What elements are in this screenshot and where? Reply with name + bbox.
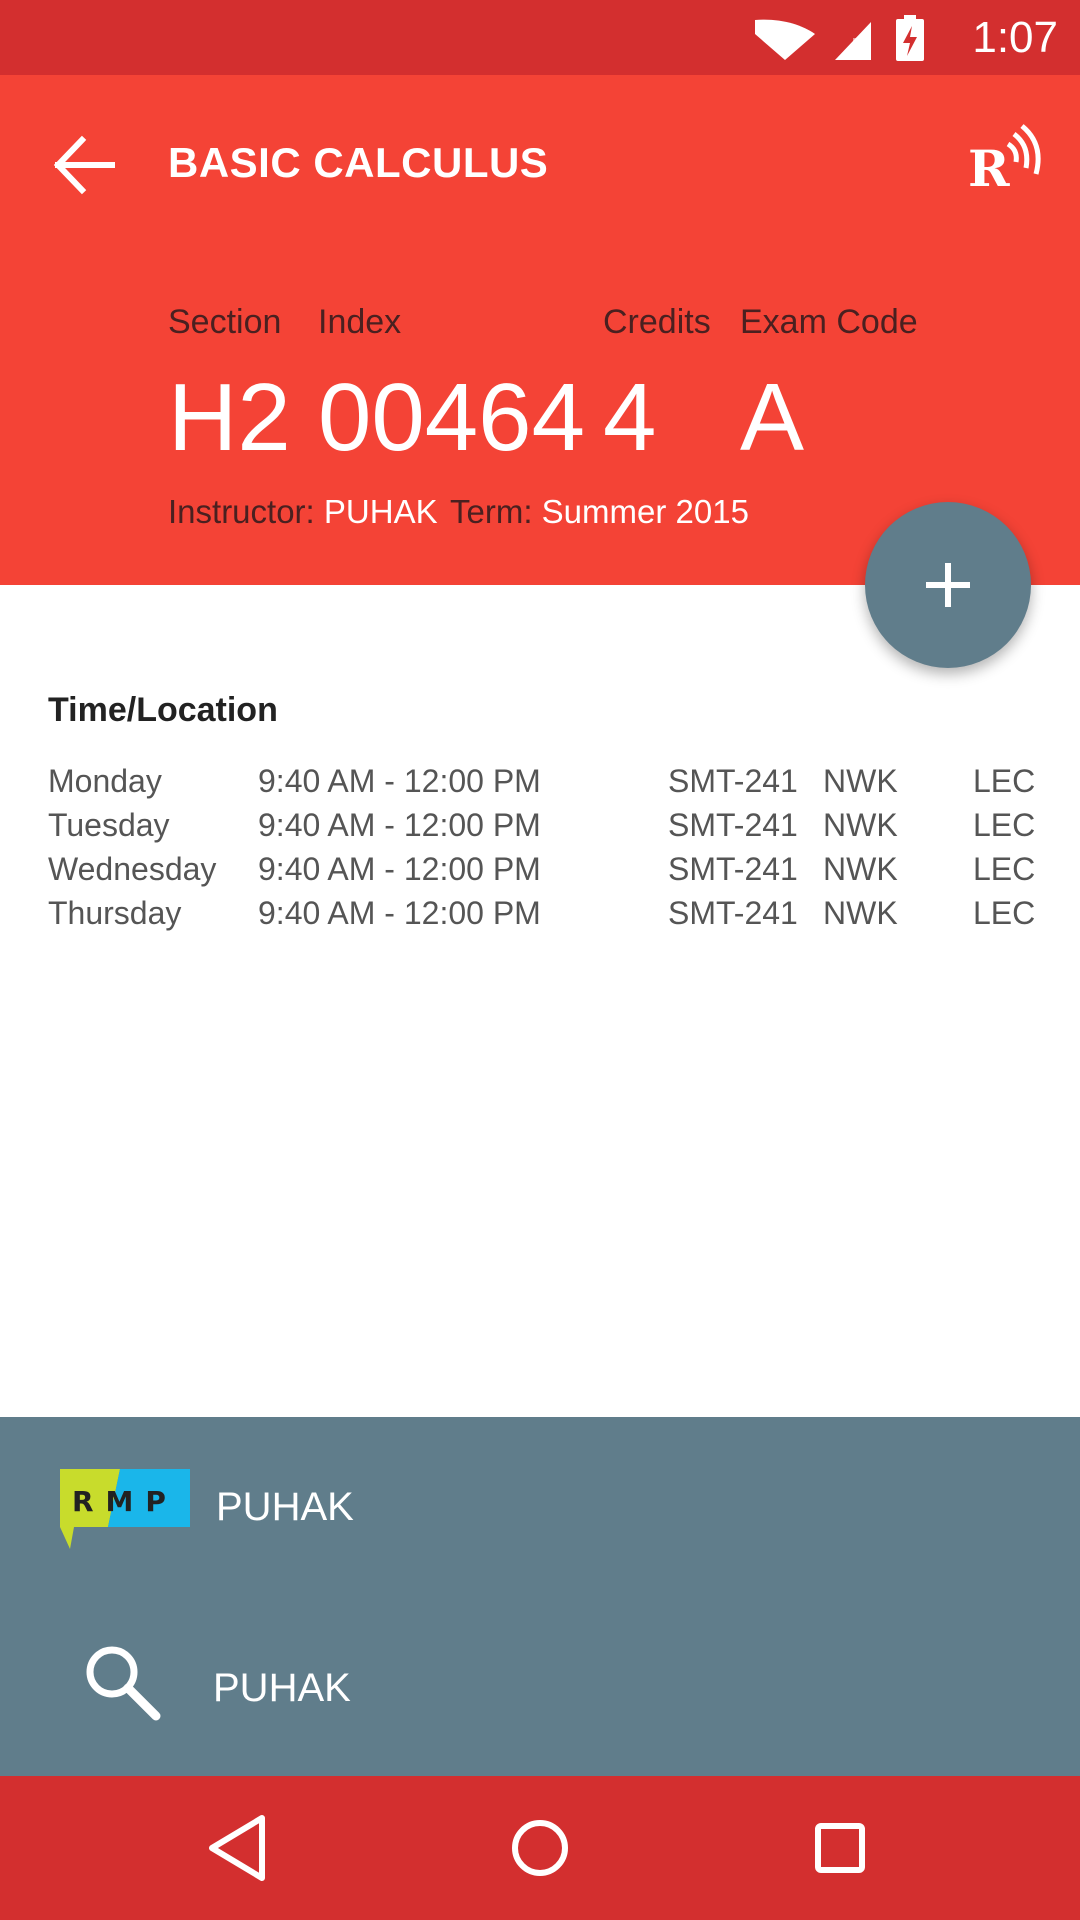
search-instructor-item[interactable]: PUHAK xyxy=(0,1597,1080,1776)
schedule-row: Wednesday 9:40 AM - 12:00 PM SMT-241 NWK… xyxy=(0,847,1080,891)
rmp-instructor-label: PUHAK xyxy=(216,1485,354,1529)
page-title: BASIC CALCULUS xyxy=(168,139,549,186)
schedule-room: SMT-241 xyxy=(668,851,798,887)
status-time: 1:07 xyxy=(972,13,1058,62)
rmp-item[interactable]: RMP PUHAK xyxy=(0,1417,1080,1597)
schedule-time: 9:40 AM - 12:00 PM xyxy=(258,851,541,887)
index-label: Index xyxy=(318,303,402,341)
schedule-room: SMT-241 xyxy=(668,763,798,799)
rmp-logo-text: RMP xyxy=(72,1485,178,1518)
term-value: Summer 2015 xyxy=(541,493,749,530)
search-instructor-label: PUHAK xyxy=(213,1666,351,1710)
section-value: H2 xyxy=(168,364,291,471)
instructor-label: Instructor: xyxy=(168,493,315,530)
section-label: Section xyxy=(168,303,282,341)
credits-label: Credits xyxy=(603,303,711,341)
schedule-room: SMT-241 xyxy=(668,807,798,843)
wifi-icon xyxy=(755,19,815,60)
schedule-row: Monday 9:40 AM - 12:00 PM SMT-241 NWK LE… xyxy=(0,759,1080,803)
schedule-room: SMT-241 xyxy=(668,895,798,931)
schedule-day: Monday xyxy=(48,763,162,799)
schedule-time: 9:40 AM - 12:00 PM xyxy=(258,895,541,931)
schedule-type: LEC xyxy=(973,895,1036,931)
arrow-left-icon[interactable] xyxy=(50,130,120,200)
schedule-row: Tuesday 9:40 AM - 12:00 PM SMT-241 NWK L… xyxy=(0,803,1080,847)
schedule-campus: NWK xyxy=(823,895,898,931)
schedule-row: Thursday 9:40 AM - 12:00 PM SMT-241 NWK … xyxy=(0,891,1080,935)
exam-code-label: Exam Code xyxy=(740,303,918,341)
status-bar: 1:07 xyxy=(0,0,1080,75)
index-value: 00464 xyxy=(318,364,585,471)
schedule-type: LEC xyxy=(973,851,1036,887)
battery-icon xyxy=(896,15,924,61)
schedule-time: 9:40 AM - 12:00 PM xyxy=(258,763,541,799)
schedule-type: LEC xyxy=(973,807,1036,843)
back-triangle-icon[interactable] xyxy=(200,1808,280,1888)
schedule-campus: NWK xyxy=(823,807,898,843)
svg-text:R: R xyxy=(968,139,1010,198)
instructor-name: PUHAK xyxy=(323,493,438,530)
system-nav-bar xyxy=(0,1776,1080,1920)
search-icon xyxy=(86,1646,161,1721)
status-icons xyxy=(755,15,924,61)
schedule-campus: NWK xyxy=(823,851,898,887)
schedule-day: Thursday xyxy=(48,895,182,931)
recents-square-icon[interactable] xyxy=(800,1808,880,1888)
term-label: Term: xyxy=(450,493,533,530)
instructor-line: Instructor: PUHAK xyxy=(168,490,438,534)
schedule-time: 9:40 AM - 12:00 PM xyxy=(258,807,541,843)
schedule-day: Wednesday xyxy=(48,851,217,887)
plus-icon xyxy=(926,563,970,607)
schedule-campus: NWK xyxy=(823,763,898,799)
add-course-button[interactable] xyxy=(865,502,1031,668)
home-circle-icon[interactable] xyxy=(500,1808,580,1888)
time-location-title: Time/Location xyxy=(48,691,278,729)
schedule-type: LEC xyxy=(973,763,1036,799)
instructor-actions-panel: RMP PUHAK PUHAK xyxy=(0,1417,1080,1776)
exam-code-value: A xyxy=(740,364,805,471)
r-broadcast-icon[interactable]: R xyxy=(964,120,1044,200)
term-line: Term: Summer 2015 xyxy=(450,490,749,534)
schedule-day: Tuesday xyxy=(48,807,170,843)
credits-value: 4 xyxy=(603,364,657,471)
rmp-logo-icon: RMP xyxy=(60,1469,190,1549)
